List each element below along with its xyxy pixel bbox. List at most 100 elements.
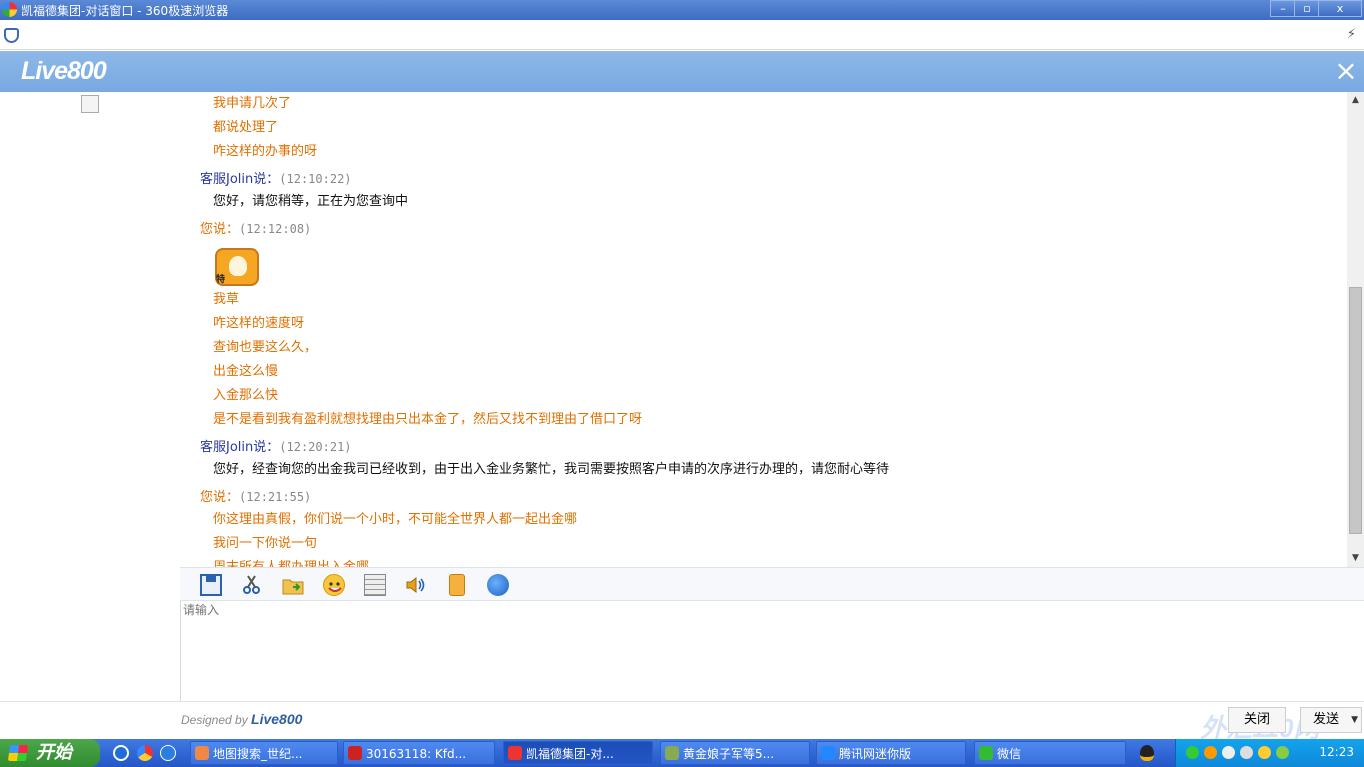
rating-badge-icon[interactable] bbox=[449, 574, 465, 596]
scroll-down-icon[interactable]: ▼ bbox=[1347, 550, 1364, 567]
sticker-image: 特 bbox=[213, 240, 261, 288]
system-clock[interactable]: 12:23 bbox=[1319, 745, 1354, 759]
emoji-icon[interactable] bbox=[323, 574, 345, 596]
speaker-name: 您说： bbox=[200, 222, 240, 237]
speaker-name: 客服Jolin说： bbox=[200, 172, 280, 187]
wechat-tray-icon[interactable] bbox=[1186, 746, 1199, 759]
qq-penguin-icon[interactable] bbox=[1140, 745, 1154, 761]
quicklaunch-k-icon[interactable] bbox=[113, 745, 129, 761]
chat-footer: Designed by Live800 外汇110网 关闭 发送 ▼ bbox=[0, 701, 1364, 743]
taskbar-app-icon bbox=[348, 746, 362, 760]
minimize-button[interactable]: – bbox=[1270, 0, 1296, 17]
agent-message-line: 您好，请您稍等，正在为您查询中 bbox=[213, 194, 409, 209]
send-button[interactable]: 发送 ▼ bbox=[1300, 707, 1362, 733]
my-message-line: 咋这样的办事的呀 bbox=[213, 144, 318, 159]
taskbar-button-label: 凯福德集团-对... bbox=[526, 747, 614, 761]
sticker-text: 特 bbox=[216, 275, 226, 285]
windows-taskbar: 开始 地图搜索_世纪... 30163118: Kfd... 凯福德集团-对... 黄… bbox=[0, 739, 1364, 767]
my-message-header: 您说：(12:12:08) bbox=[200, 218, 1340, 240]
volume-tray-icon[interactable] bbox=[1240, 746, 1253, 759]
screenshot-scissors-icon[interactable] bbox=[241, 574, 263, 596]
network-tray-icon[interactable] bbox=[1222, 746, 1235, 759]
designed-by-label: Designed by bbox=[181, 713, 252, 727]
my-message-line: 咋这样的速度呀 bbox=[213, 316, 305, 331]
close-window-button[interactable]: x bbox=[1318, 0, 1362, 17]
taskbar-button-label: 微信 bbox=[997, 747, 1022, 761]
live800-logo: Live800 bbox=[21, 57, 107, 85]
quicklaunch-browser-icon[interactable] bbox=[137, 745, 153, 761]
speaker-name: 客服Jolin说： bbox=[200, 440, 280, 455]
my-message-line: 都说处理了 bbox=[213, 120, 279, 135]
my-message-line: 入金那么快 bbox=[213, 388, 279, 403]
message-input-area[interactable] bbox=[180, 601, 1364, 701]
window-title-bar: 凯福德集团-对话窗口 - 360极速浏览器 – ▫ x bbox=[0, 0, 1364, 20]
taskbar-app-icon bbox=[195, 746, 209, 760]
my-message-line: 我草 bbox=[213, 292, 240, 307]
chat-scrollbar[interactable]: ▲ ▼ bbox=[1347, 92, 1364, 567]
scroll-thumb[interactable] bbox=[1349, 287, 1362, 534]
taskbar-button[interactable]: 腾讯网迷你版 bbox=[816, 741, 966, 765]
send-label: 发送 bbox=[1313, 712, 1340, 727]
start-button[interactable]: 开始 bbox=[0, 739, 100, 767]
my-message-line: 你这理由真假，你们说一个小时，不可能全世界人都一起出金哪 bbox=[213, 512, 578, 527]
message-list: 我申请几次了 都说处理了 咋这样的办事的呀 客服Jolin说：(12:10:22) 您好… bbox=[200, 92, 1340, 567]
my-message-line: 周末所有人都办理出入金哪 bbox=[200, 556, 1340, 567]
scroll-up-icon[interactable]: ▲ bbox=[1347, 92, 1364, 109]
chat-transcript[interactable]: 我申请几次了 都说处理了 咋这样的办事的呀 客服Jolin说：(12:10:22) 您好… bbox=[180, 92, 1347, 567]
taskbar-button[interactable]: 30163118: Kfd... bbox=[343, 741, 495, 765]
taskbar-app-icon bbox=[979, 746, 993, 760]
my-message-line: 出金这么慢 bbox=[213, 364, 279, 379]
send-file-folder-icon[interactable] bbox=[282, 574, 304, 596]
my-message-line: 我申请几次了 bbox=[213, 96, 292, 111]
taskbar-button-label: 地图搜索_世纪... bbox=[213, 747, 303, 761]
my-message-line: 查询也要这么久， bbox=[213, 340, 318, 355]
taskbar-button[interactable]: 凯福德集团-对... bbox=[503, 741, 653, 765]
message-input[interactable] bbox=[183, 601, 1362, 701]
taskbar-button[interactable]: 黄金娘子军等5... bbox=[660, 741, 810, 765]
taskbar-app-icon bbox=[665, 746, 679, 760]
maximize-button[interactable]: ▫ bbox=[1294, 0, 1320, 17]
my-message-line: 是不是看到我有盈利就想找理由只出本金了，然后又找不到理由了借口了呀 bbox=[213, 412, 643, 427]
close-chat-icon[interactable]: × bbox=[1332, 57, 1360, 85]
message-timestamp: (12:21:55) bbox=[239, 490, 312, 504]
chat-header: Live800 × bbox=[0, 51, 1364, 92]
taskbar-button-label: 30163118: Kfd... bbox=[366, 747, 467, 761]
browser-app-icon bbox=[2, 2, 17, 17]
taskbar-button[interactable]: 微信 bbox=[974, 741, 1126, 765]
speaker-name: 您说： bbox=[200, 490, 240, 505]
window-title: 凯福德集团-对话窗口 - 360极速浏览器 bbox=[21, 4, 229, 18]
qq-tray-icon[interactable] bbox=[1204, 746, 1217, 759]
system-tray: 12:23 bbox=[1175, 739, 1364, 767]
message-timestamp: (12:12:08) bbox=[239, 222, 312, 236]
agent-info-panel bbox=[0, 92, 180, 739]
taskbar-app-icon bbox=[508, 746, 522, 760]
agent-message-header: 客服Jolin说：(12:10:22) bbox=[200, 168, 1340, 190]
sound-icon[interactable] bbox=[405, 574, 427, 596]
live800-brand: Live800 bbox=[251, 711, 303, 727]
browser-toolbar: ⚡ bbox=[0, 20, 1364, 50]
designed-by-text: Designed by Live800 bbox=[181, 711, 302, 727]
calculator-icon[interactable] bbox=[364, 574, 386, 596]
windows-flag-icon bbox=[7, 745, 29, 761]
security-tray-icon[interactable] bbox=[1258, 746, 1271, 759]
agent-message-line: 您好，经查询您的出金我司已经收到，由于出入金业务繁忙，我司需要按照客户申请的次序… bbox=[213, 462, 890, 477]
message-timestamp: (12:20:21) bbox=[279, 440, 352, 454]
my-message-line: 我问一下你说一句 bbox=[213, 536, 318, 551]
taskbar-button[interactable]: 地图搜索_世纪... bbox=[190, 741, 338, 765]
send-options-icon[interactable]: ▼ bbox=[1351, 708, 1358, 732]
tray-icon-extra[interactable] bbox=[1276, 746, 1289, 759]
close-chat-button[interactable]: 关闭 bbox=[1228, 707, 1286, 733]
security-shield-icon[interactable] bbox=[4, 28, 19, 43]
globe-icon[interactable] bbox=[487, 574, 509, 596]
broken-image-icon bbox=[81, 95, 99, 113]
agent-message-header: 客服Jolin说：(12:20:21) bbox=[200, 436, 1340, 458]
quicklaunch-ie-icon[interactable] bbox=[160, 745, 176, 761]
start-label: 开始 bbox=[36, 742, 72, 763]
save-icon[interactable] bbox=[200, 574, 222, 596]
taskbar-button-label: 腾讯网迷你版 bbox=[839, 747, 912, 761]
my-message-header: 您说：(12:21:55) bbox=[200, 486, 1340, 508]
sticker-face bbox=[229, 256, 247, 276]
taskbar-button-label: 黄金娘子军等5... bbox=[683, 747, 775, 761]
speed-mode-icon[interactable]: ⚡ bbox=[1347, 27, 1356, 42]
message-timestamp: (12:10:22) bbox=[279, 172, 352, 186]
